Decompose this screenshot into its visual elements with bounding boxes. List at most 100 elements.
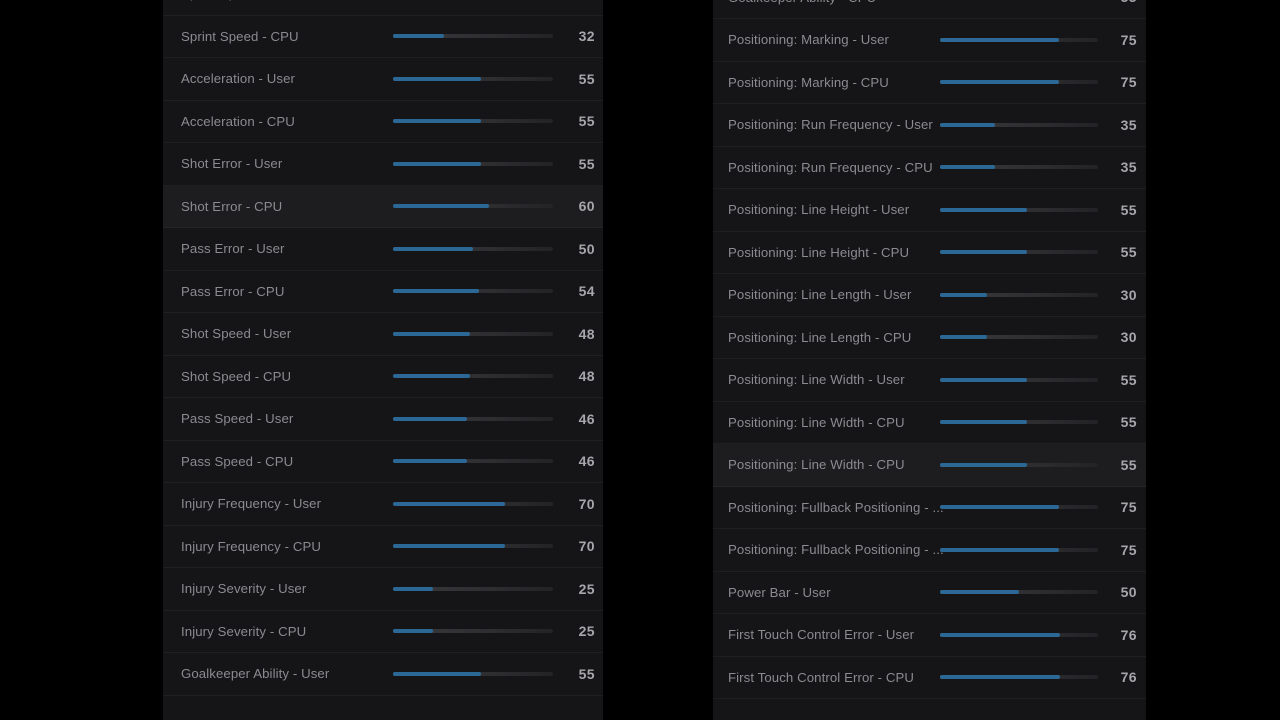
slider-control[interactable] — [393, 586, 553, 591]
slider-value: 55 — [1103, 0, 1137, 5]
slider-row-list-right: Goalkeeper Ability - CPU 55 Positioning: M… — [713, 0, 1146, 699]
slider-control[interactable] — [940, 207, 1098, 212]
slider-control[interactable] — [940, 420, 1098, 425]
slider-fill — [940, 37, 1059, 42]
slider-control[interactable] — [940, 675, 1098, 680]
slider-row[interactable]: Injury Severity - CPU 25 — [163, 611, 603, 653]
slider-row[interactable]: Positioning: Run Frequency - CPU 35 — [713, 147, 1146, 189]
slider-row[interactable]: Pass Error - User 50 — [163, 228, 603, 271]
slider-control[interactable] — [393, 119, 553, 124]
slider-control[interactable] — [940, 292, 1098, 297]
slider-control[interactable] — [940, 80, 1098, 85]
slider-control[interactable] — [940, 37, 1098, 42]
slider-row-label: Shot Error - User — [181, 156, 283, 172]
slider-control[interactable] — [393, 246, 553, 251]
slider-value: 48 — [578, 368, 595, 385]
slider-row[interactable]: Positioning: Run Frequency - User 35 — [713, 104, 1146, 147]
slider-control[interactable] — [940, 335, 1098, 340]
slider-control[interactable] — [940, 632, 1098, 637]
slider-control[interactable] — [940, 590, 1098, 595]
slider-row-list-left: Sprint Speed - User 32 Sprint Speed - CPU 3… — [163, 0, 603, 696]
slider-row-label: First Touch Control Error - User — [728, 627, 915, 643]
slider-value: 46 — [578, 410, 595, 427]
slider-control[interactable] — [393, 34, 553, 39]
slider-row-label: Sprint Speed - CPU — [181, 28, 299, 44]
slider-row-label: Injury Frequency - CPU — [181, 538, 321, 554]
slider-control[interactable] — [940, 122, 1098, 127]
slider-row[interactable]: Positioning: Fullback Positioning - ... 7… — [713, 529, 1146, 572]
slider-row[interactable]: Positioning: Line Width - User 55 — [713, 359, 1146, 402]
slider-row[interactable]: Shot Speed - User 48 — [163, 313, 603, 356]
slider-control[interactable] — [393, 544, 553, 549]
slider-fill — [393, 289, 480, 294]
slider-row[interactable]: Power Bar - User 50 — [713, 572, 1146, 614]
slider-control[interactable] — [393, 374, 553, 379]
slider-control[interactable] — [393, 671, 553, 676]
slider-control[interactable] — [393, 459, 553, 464]
slider-fill — [393, 416, 467, 421]
slider-row[interactable]: Positioning: Line Length - User 30 — [713, 274, 1146, 317]
slider-value: 55 — [1120, 201, 1137, 218]
slider-row[interactable]: Sprint Speed - User 32 — [163, 0, 603, 16]
slider-value: 55 — [1120, 371, 1137, 388]
slider-control[interactable] — [393, 331, 553, 336]
slider-row-label: Acceleration - CPU — [181, 113, 295, 129]
slider-control[interactable] — [393, 76, 553, 81]
slider-control[interactable] — [940, 165, 1098, 170]
slider-control[interactable] — [940, 505, 1098, 510]
slider-row[interactable]: Acceleration - User 55 — [163, 58, 603, 101]
slider-row[interactable]: Shot Error - CPU 60 — [163, 185, 603, 228]
slider-row[interactable]: Injury Frequency - User 70 — [163, 483, 603, 526]
slider-fill — [393, 161, 481, 166]
slider-row[interactable]: Positioning: Line Length - CPU 30 — [713, 317, 1146, 359]
slider-fill — [940, 335, 988, 340]
slider-row[interactable]: Positioning: Line Width - CPU 55 — [713, 444, 1146, 487]
slider-fill — [940, 675, 1061, 680]
slider-value: 75 — [1120, 499, 1137, 516]
slider-fill — [940, 250, 1027, 255]
slider-row[interactable]: Positioning: Marking - User 75 — [713, 19, 1146, 62]
slider-fill — [393, 119, 481, 124]
slider-row[interactable]: Injury Severity - User 25 — [163, 568, 603, 611]
slider-control[interactable] — [393, 289, 553, 294]
slider-row[interactable]: First Touch Control Error - User 76 — [713, 614, 1146, 657]
slider-control[interactable] — [393, 204, 553, 209]
slider-control[interactable] — [940, 547, 1098, 552]
slider-control[interactable] — [940, 462, 1098, 467]
slider-row[interactable]: Goalkeeper Ability - CPU 55 — [713, 0, 1146, 19]
slider-value: 70 — [578, 495, 595, 512]
slider-fill — [393, 204, 489, 209]
slider-row-label: Injury Frequency - User — [181, 496, 322, 512]
slider-row[interactable]: Shot Speed - CPU 48 — [163, 356, 603, 398]
slider-row-label: Pass Speed - User — [181, 411, 294, 427]
slider-row-label: Positioning: Line Width - CPU — [728, 457, 905, 473]
slider-row[interactable]: Pass Error - CPU 54 — [163, 271, 603, 313]
slider-row-label: Sprint Speed - User — [181, 0, 386, 1]
slider-row[interactable]: Goalkeeper Ability - User 55 — [163, 653, 603, 696]
slider-control[interactable] — [393, 629, 553, 634]
slider-fill — [940, 632, 1061, 637]
slider-row[interactable]: Positioning: Line Width - CPU 55 — [713, 402, 1146, 444]
slider-control[interactable] — [940, 250, 1098, 255]
slider-control[interactable] — [940, 377, 1098, 382]
slider-row[interactable]: First Touch Control Error - CPU 76 — [713, 657, 1146, 699]
slider-row[interactable]: Injury Frequency - CPU 70 — [163, 526, 603, 568]
slider-value: 50 — [578, 240, 595, 257]
slider-row[interactable]: Pass Speed - CPU 46 — [163, 441, 603, 483]
slider-row[interactable]: Positioning: Marking - CPU 75 — [713, 62, 1146, 104]
slider-value: 50 — [1120, 584, 1137, 601]
slider-row[interactable]: Shot Error - User 55 — [163, 143, 603, 186]
slider-row[interactable]: Positioning: Fullback Positioning - ... 7… — [713, 487, 1146, 529]
slider-row[interactable]: Positioning: Line Height - User 55 — [713, 189, 1146, 232]
slider-control[interactable] — [393, 416, 553, 421]
slider-control[interactable] — [393, 161, 553, 166]
slider-row-label: Injury Severity - CPU — [181, 623, 307, 639]
slider-control[interactable] — [393, 501, 553, 506]
slider-row[interactable]: Sprint Speed - CPU 32 — [163, 16, 603, 58]
slider-fill — [940, 547, 1059, 552]
slider-row[interactable]: Acceleration - CPU 55 — [163, 101, 603, 143]
slider-value: 60 — [578, 198, 595, 215]
slider-row[interactable]: Pass Speed - User 46 — [163, 398, 603, 441]
slider-fill — [393, 459, 467, 464]
slider-row[interactable]: Positioning: Line Height - CPU 55 — [713, 232, 1146, 274]
